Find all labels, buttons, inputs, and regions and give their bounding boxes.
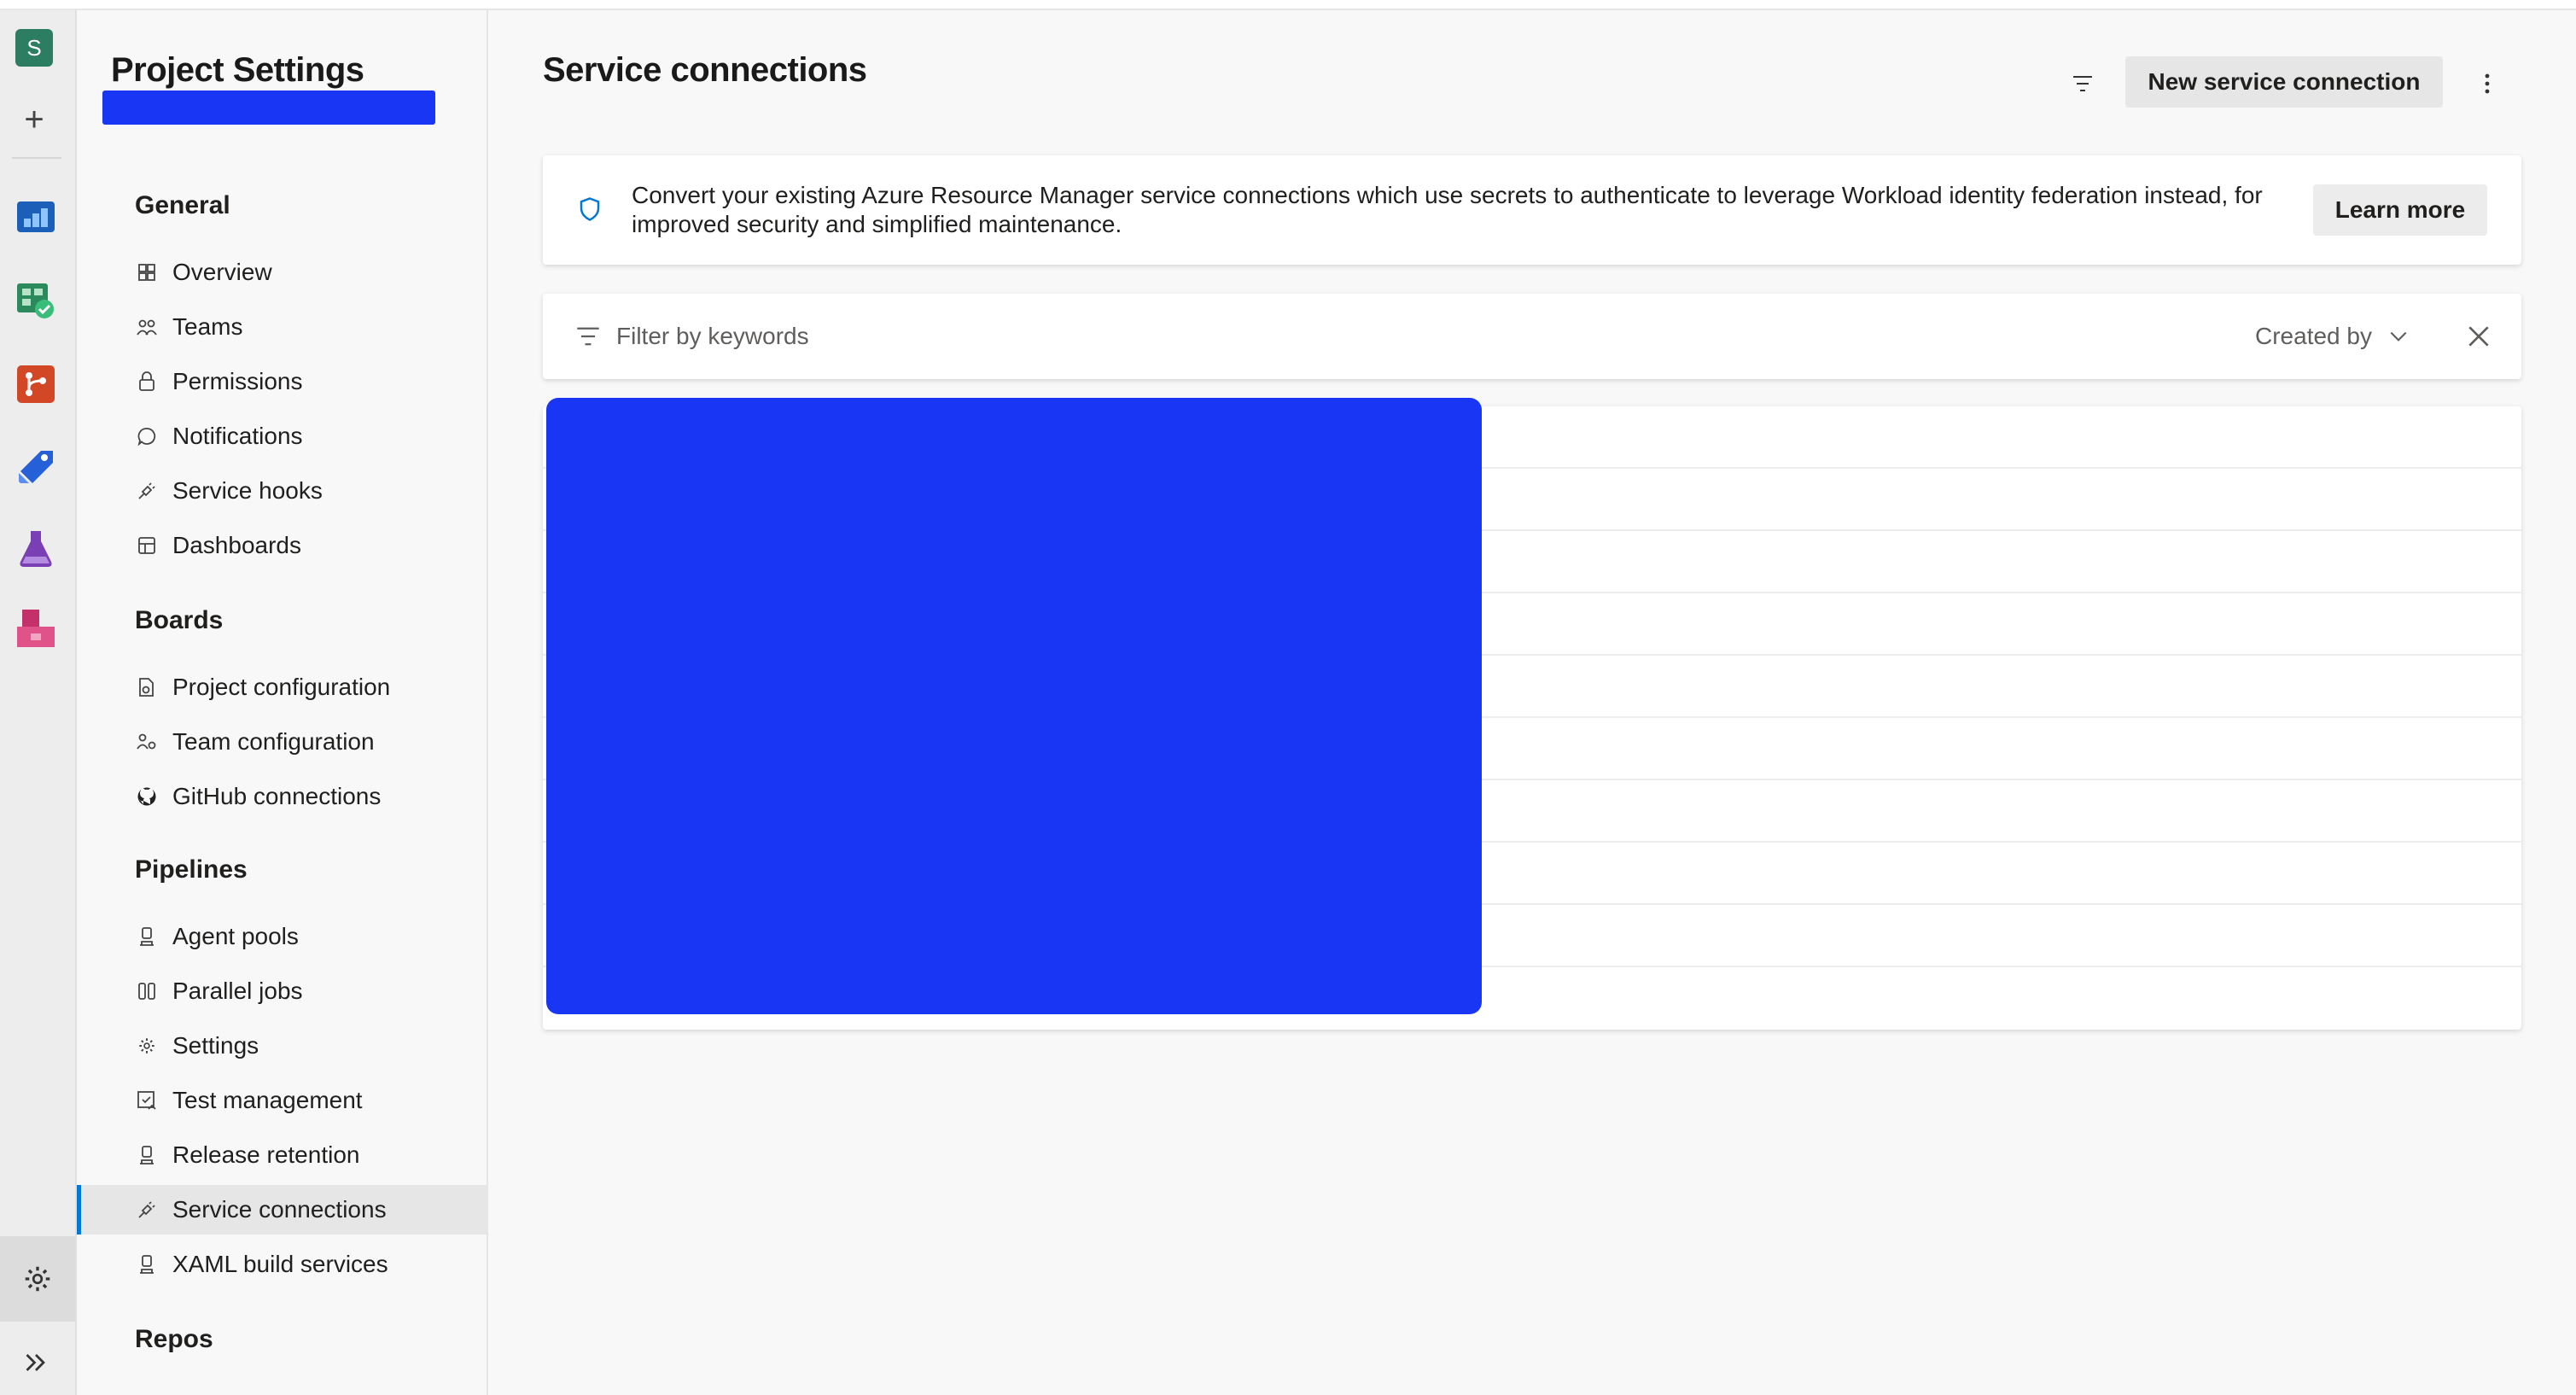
nav-item-service-hooks[interactable]: Service hooks (135, 466, 487, 516)
section-boards: Boards (135, 606, 224, 634)
nav-item-label: Service hooks (172, 477, 323, 504)
nav-item-label: Permissions (172, 368, 303, 394)
expand-rail-icon[interactable] (20, 1347, 51, 1378)
project-settings-button[interactable] (0, 1236, 75, 1322)
nav-item-test-management[interactable]: Test management (135, 1076, 487, 1125)
nav-item-label: Teams (172, 313, 243, 340)
gear-icon (135, 1034, 159, 1058)
chevron-down-icon (2390, 331, 2407, 341)
nav-item-parallel-jobs[interactable]: Parallel jobs (135, 966, 487, 1016)
github-icon (135, 785, 159, 808)
nav-item-xaml-build-services[interactable]: XAML build services (135, 1240, 487, 1289)
service-rail: S + (0, 10, 77, 1395)
test-plans-icon[interactable] (15, 528, 56, 569)
nav-item-overview[interactable]: Overview (135, 248, 487, 297)
section-pipelines: Pipelines (135, 855, 248, 884)
pipelines-icon[interactable] (15, 446, 56, 487)
nav-item-label: GitHub connections (172, 783, 382, 809)
nav-item-label: Parallel jobs (172, 978, 303, 1004)
more-actions-button[interactable] (2474, 67, 2501, 101)
nav-item-project-configuration[interactable]: Project configuration (135, 662, 487, 712)
page-title: Service connections (543, 51, 867, 89)
team-settings-icon (135, 730, 159, 754)
nav-item-label: Release retention (172, 1141, 360, 1168)
nav-item-teams[interactable]: Teams (135, 302, 487, 352)
created-by-dropdown[interactable]: Created by (2255, 319, 2410, 353)
nav-item-team-configuration[interactable]: Team configuration (135, 717, 487, 767)
retention-icon (135, 1143, 159, 1167)
section-general: General (135, 191, 230, 219)
filter-toggle-button[interactable] (2066, 67, 2100, 101)
nav-item-service-connections[interactable]: Service connections (77, 1185, 487, 1234)
more-vertical-icon (2485, 73, 2490, 94)
nav-title: Project Settings (111, 51, 364, 89)
nav-item-label: Test management (172, 1087, 363, 1113)
main-content: Service connections New service connecti… (488, 10, 2576, 1395)
nav-item-settings[interactable]: Settings (135, 1021, 487, 1071)
teams-icon (135, 315, 159, 339)
nav-item-agent-pools[interactable]: Agent pools (135, 912, 487, 961)
section-repos: Repos (135, 1325, 213, 1353)
info-banner: Convert your existing Azure Resource Man… (543, 155, 2521, 265)
nav-item-label: Dashboards (172, 532, 301, 558)
shield-icon (580, 197, 600, 221)
add-icon[interactable]: + (19, 102, 50, 137)
gear-icon (25, 1266, 50, 1292)
nav-item-permissions[interactable]: Permissions (135, 357, 487, 406)
settings-nav: Project Settings General Overview Teams … (77, 10, 488, 1395)
overview-icon[interactable] (15, 196, 56, 237)
boards-icon[interactable] (15, 280, 56, 321)
nav-item-label: Notifications (172, 423, 303, 449)
overview-icon (135, 260, 159, 284)
learn-more-button[interactable]: Learn more (2313, 184, 2487, 236)
nav-item-dashboards[interactable]: Dashboards (135, 521, 487, 570)
keyword-filter-input[interactable] (616, 318, 1555, 355)
new-service-connection-button[interactable]: New service connection (2125, 56, 2443, 108)
document-gear-icon (135, 675, 159, 699)
org-avatar[interactable]: S (15, 29, 53, 67)
filter-icon (2073, 76, 2092, 91)
nav-item-label: Project configuration (172, 674, 391, 700)
nav-item-notifications[interactable]: Notifications (135, 411, 487, 461)
test-check-icon (135, 1089, 159, 1112)
parallel-icon (135, 979, 159, 1003)
banner-message: Convert your existing Azure Resource Man… (632, 182, 2263, 237)
chat-bubble-icon (135, 424, 159, 448)
nav-item-label: Team configuration (172, 728, 375, 755)
rail-divider (12, 157, 61, 159)
lock-icon (135, 370, 159, 394)
dashboard-icon (135, 534, 159, 557)
filter-icon (577, 327, 599, 346)
created-by-label: Created by (2255, 323, 2372, 349)
build-agent-icon (135, 1252, 159, 1276)
repos-icon[interactable] (15, 364, 56, 405)
redacted-project-name (102, 90, 435, 125)
close-icon[interactable] (2465, 323, 2492, 350)
nav-item-release-retention[interactable]: Release retention (135, 1130, 487, 1180)
artifacts-icon[interactable] (15, 608, 56, 649)
nav-item-label: XAML build services (172, 1251, 388, 1277)
nav-item-label: Overview (172, 259, 272, 285)
connections-list (543, 398, 2521, 1030)
nav-item-github-connections[interactable]: GitHub connections (135, 772, 487, 821)
agent-icon (135, 925, 159, 948)
plug-icon (135, 479, 159, 503)
filter-bar: Created by (543, 294, 2521, 379)
nav-item-label: Agent pools (172, 923, 299, 949)
top-border (0, 0, 2576, 10)
nav-item-label: Service connections (172, 1196, 387, 1223)
redacted-connection-names (546, 398, 1482, 1014)
plug-icon (135, 1198, 159, 1222)
nav-item-label: Settings (172, 1032, 259, 1059)
